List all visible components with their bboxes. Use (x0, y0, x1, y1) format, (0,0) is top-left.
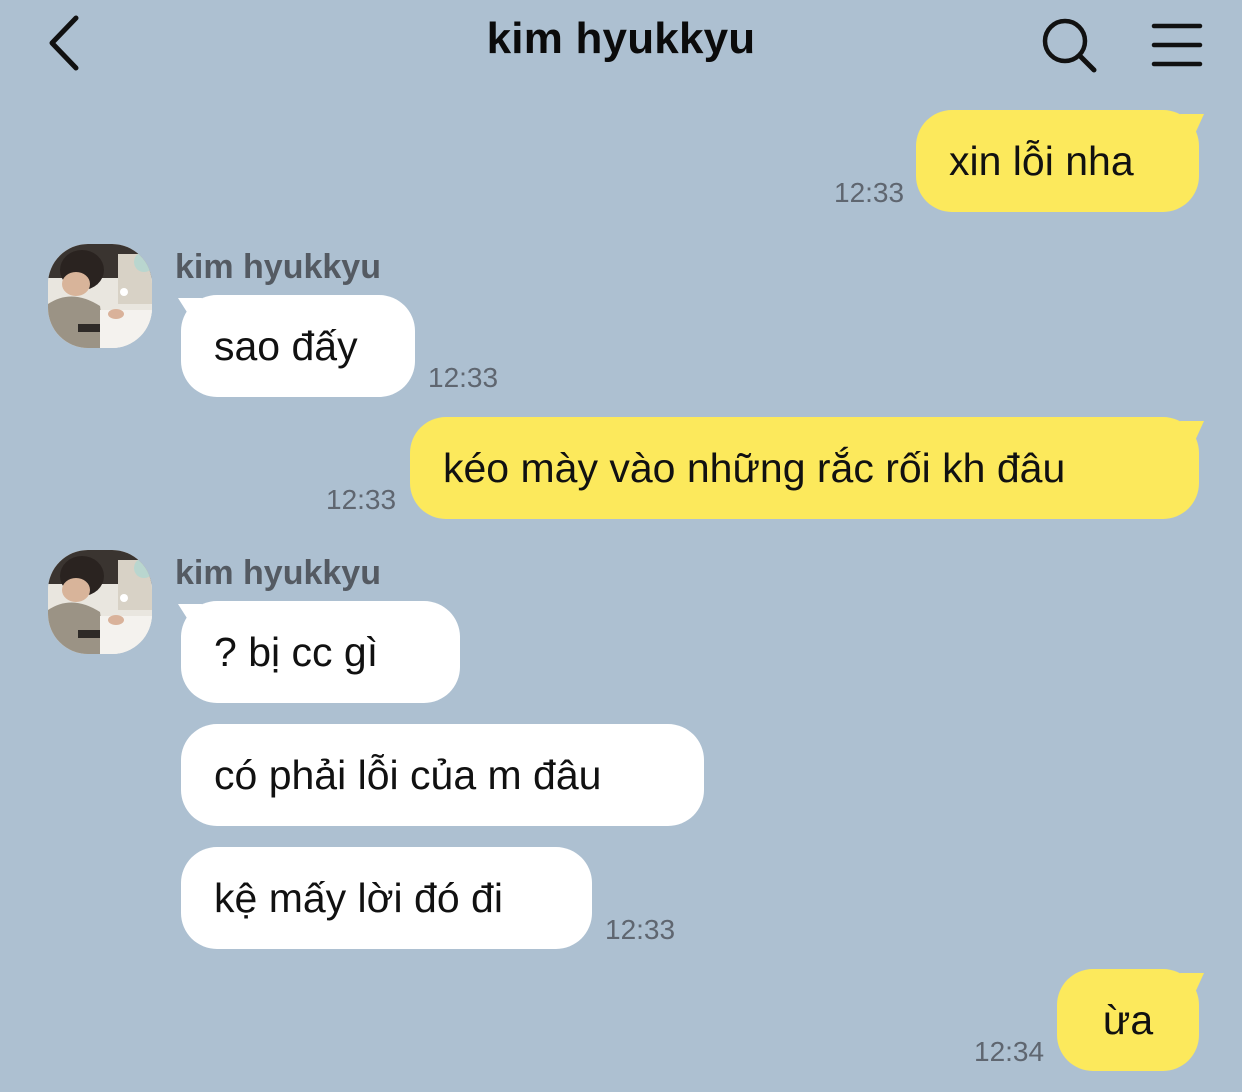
avatar[interactable] (48, 550, 152, 654)
message-time: 12:33 (326, 484, 397, 515)
chat-header: kim hyukkyu (0, 0, 1242, 92)
message-time: 12:33 (428, 362, 499, 393)
menu-button[interactable] (1144, 14, 1210, 76)
message-bubble[interactable]: xin lỗi nha (916, 110, 1199, 212)
message-time: 12:33 (834, 177, 905, 208)
profile-photo (48, 244, 152, 348)
bubble-tail (1180, 114, 1204, 136)
message-bubble[interactable]: ? bị cc gì (181, 601, 460, 703)
message-time: 12:33 (605, 914, 676, 945)
sender-name: kim hyukkyu (175, 554, 381, 592)
hamburger-menu-icon (1151, 23, 1203, 67)
message-bubble[interactable]: có phải lỗi của m đâu (181, 724, 704, 826)
avatar[interactable] (48, 244, 152, 348)
search-icon (1042, 18, 1097, 73)
message-time: 12:34 (974, 1036, 1045, 1067)
message-bubble[interactable]: sao đấy (181, 295, 415, 397)
bubble-tail (1180, 973, 1204, 995)
bubble-tail (1180, 421, 1204, 443)
message-bubble[interactable]: kệ mấy lời đó đi (181, 847, 592, 949)
search-button[interactable] (1036, 12, 1102, 78)
profile-photo (48, 550, 152, 654)
sender-name: kim hyukkyu (175, 248, 381, 286)
message-bubble[interactable]: kéo mày vào những rắc rối kh đâu (410, 417, 1199, 519)
message-bubble[interactable]: ừa (1057, 969, 1199, 1071)
